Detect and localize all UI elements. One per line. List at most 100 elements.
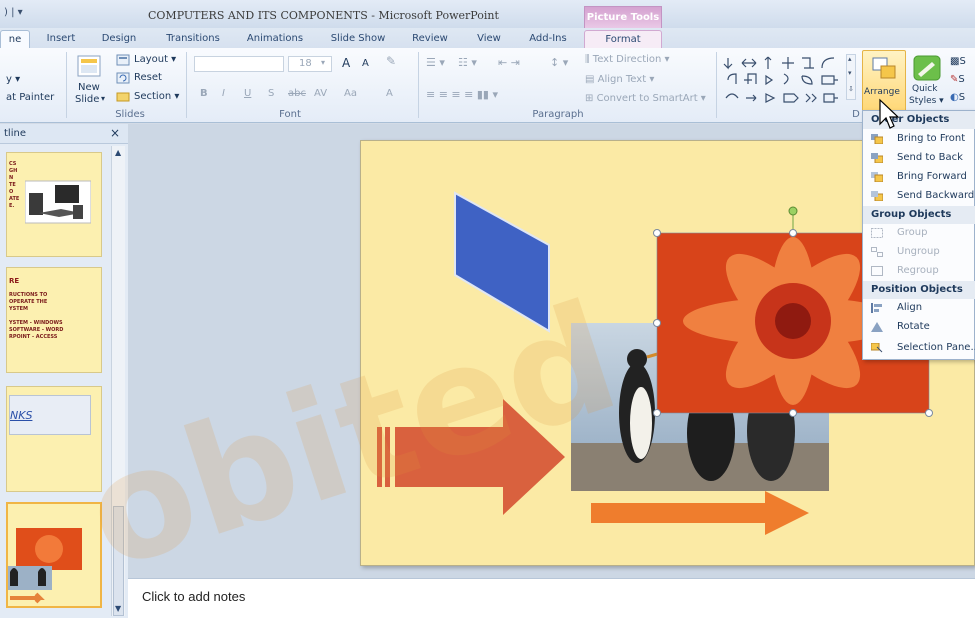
- ribbon: y ▾ at Painter New Slide ▾ Layout ▾ Rese…: [0, 48, 975, 123]
- menu-item-send-to-back[interactable]: Send to Back: [863, 149, 975, 167]
- picture-tools-context-label: Picture Tools: [584, 6, 662, 28]
- paste-arrow[interactable]: y ▾: [6, 74, 20, 85]
- regroup-icon: [871, 266, 883, 276]
- grow-font-button[interactable]: A: [342, 56, 350, 70]
- tab-add-ins[interactable]: Add-Ins: [522, 30, 574, 48]
- underline-button[interactable]: U: [244, 88, 251, 99]
- section-button[interactable]: Section ▾: [134, 91, 179, 102]
- italic-button[interactable]: I: [222, 88, 225, 99]
- quick-styles-icon[interactable]: [912, 54, 942, 82]
- tab-review[interactable]: Review: [408, 30, 452, 48]
- scroll-up-icon[interactable]: ▲: [115, 148, 121, 157]
- change-case-button[interactable]: Aa: [344, 88, 357, 99]
- tab-view[interactable]: View: [470, 30, 508, 48]
- selection-pane-icon: [871, 343, 883, 353]
- red-block-arrow-shape[interactable]: [373, 397, 569, 517]
- separator: [716, 52, 717, 118]
- mouse-pointer-icon: [879, 98, 900, 129]
- arrange-label: Arrange: [864, 87, 900, 97]
- scroll-thumb[interactable]: [113, 506, 124, 616]
- reset-icon: [116, 72, 130, 84]
- tab-slide-show[interactable]: Slide Show: [326, 30, 390, 48]
- font-size-box[interactable]: 18 ▾: [288, 56, 332, 72]
- menu-item-align[interactable]: Align: [863, 299, 975, 317]
- reset-button[interactable]: Reset: [134, 72, 162, 83]
- orange-arrow-shape[interactable]: [585, 487, 815, 539]
- quick-access-toolbar[interactable]: ) | ▾: [4, 7, 23, 18]
- send-to-back-icon: [871, 153, 883, 163]
- menu-item-rotate[interactable]: Rotate: [863, 318, 975, 336]
- chevron-down-icon[interactable]: ▾: [101, 94, 105, 103]
- menu-item-selection-pane[interactable]: Selection Pane...: [863, 339, 975, 357]
- menu-item-regroup[interactable]: Regroup: [863, 262, 975, 280]
- chevron-down-icon[interactable]: ▾: [321, 58, 325, 67]
- menu-item-ungroup[interactable]: Ungroup: [863, 243, 975, 261]
- numbering-icon[interactable]: ☷ ▾: [458, 56, 477, 69]
- new-slide-label-1[interactable]: New: [78, 82, 100, 93]
- new-slide-icon[interactable]: [76, 52, 104, 80]
- separator: [186, 52, 187, 118]
- font-size-value: 18: [299, 58, 312, 69]
- shrink-font-button[interactable]: A: [362, 58, 369, 69]
- shape-fill-button[interactable]: ▩S: [950, 56, 966, 67]
- line-spacing-icon[interactable]: ↕ ▾: [550, 56, 568, 69]
- layout-button[interactable]: Layout ▾: [134, 54, 176, 65]
- shape-effects-button[interactable]: ◐S: [950, 92, 965, 103]
- shapes-gallery[interactable]: [722, 54, 854, 112]
- menu-item-send-backward[interactable]: Send Backward: [863, 187, 975, 205]
- menu-item-bring-to-front[interactable]: Bring to Front: [863, 130, 975, 148]
- menu-item-bring-forward[interactable]: Bring Forward: [863, 168, 975, 186]
- close-icon[interactable]: ×: [110, 126, 120, 140]
- group-label-slides: Slides: [115, 109, 145, 120]
- scroll-down-icon[interactable]: ▼: [115, 604, 121, 613]
- slide-thumbnail-1[interactable]: CS GH N TE O ATE E.: [6, 152, 102, 257]
- notes-pane[interactable]: Click to add notes: [128, 578, 975, 618]
- slide3-link: NKS: [10, 409, 33, 422]
- bullets-icon[interactable]: ☰ ▾: [426, 56, 445, 69]
- new-slide-label-2[interactable]: Slide: [75, 94, 99, 105]
- slide-thumbnail-2[interactable]: RE RUCTIONS TO OPERATE THE YSTEM YSTEM -…: [6, 267, 102, 373]
- indent-icon[interactable]: ⇤ ⇥: [498, 56, 520, 69]
- quick-styles-label-2[interactable]: Styles ▾: [909, 96, 944, 106]
- notes-placeholder: Click to add notes: [142, 589, 246, 604]
- gallery-scroll[interactable]: ▴ ▾ ⇩: [846, 54, 856, 100]
- slide-thumbnail-4[interactable]: [6, 502, 102, 608]
- clear-format-icon[interactable]: ✎: [386, 54, 396, 68]
- char-spacing-button[interactable]: AV: [314, 88, 327, 99]
- group-label-font: Font: [279, 109, 301, 120]
- tab-outline[interactable]: tline: [4, 128, 26, 139]
- font-color-button[interactable]: A: [386, 88, 393, 99]
- convert-smartart-button[interactable]: ⊞ Convert to SmartArt ▾: [585, 93, 706, 104]
- slide2-text: RUCTIONS TO OPERATE THE YSTEM YSTEM - WI…: [9, 292, 64, 340]
- shadow-button[interactable]: S: [268, 88, 274, 99]
- slide4-preview: [8, 528, 82, 604]
- slide-thumbnail-3[interactable]: NKS: [6, 386, 102, 492]
- tab-transitions[interactable]: Transitions: [160, 30, 226, 48]
- separator: [66, 52, 67, 118]
- align-icons[interactable]: ≡ ≡ ≡ ≡ ▮▮ ▾: [426, 88, 498, 101]
- menu-item-group[interactable]: Group: [863, 224, 975, 242]
- shape-outline-button[interactable]: ✎S: [950, 74, 965, 85]
- tab-design[interactable]: Design: [96, 30, 142, 48]
- group-objects-header: Group Objects: [863, 206, 975, 224]
- tab-insert[interactable]: Insert: [40, 30, 82, 48]
- group-label-drawing: D: [852, 109, 860, 120]
- slide3-box: NKS: [9, 395, 91, 435]
- bold-button[interactable]: B: [200, 88, 208, 99]
- blue-parallelogram-shape[interactable]: [451, 189, 553, 335]
- ribbon-tabs: ne Insert Design Transitions Animations …: [0, 28, 975, 48]
- align-text-button[interactable]: ▤ Align Text ▾: [585, 74, 654, 85]
- tab-animations[interactable]: Animations: [242, 30, 308, 48]
- strikethrough-button[interactable]: abc: [288, 88, 306, 99]
- arrange-dropdown-menu: Order Objects Bring to Front Send to Bac…: [862, 110, 975, 360]
- align-icon: [871, 303, 882, 313]
- tab-format[interactable]: Format: [584, 30, 662, 48]
- tab-home[interactable]: ne: [0, 30, 30, 48]
- font-name-box[interactable]: [194, 56, 284, 72]
- text-direction-button[interactable]: ⫼ Text Direction ▾: [585, 54, 670, 65]
- quick-styles-label-1[interactable]: Quick: [912, 84, 937, 94]
- slide1-text: CS GH N TE O ATE E.: [9, 161, 20, 209]
- outline-scrollbar[interactable]: ▲ ▼: [111, 146, 125, 616]
- bring-to-front-icon: [871, 134, 883, 144]
- format-painter-button[interactable]: at Painter: [6, 92, 54, 103]
